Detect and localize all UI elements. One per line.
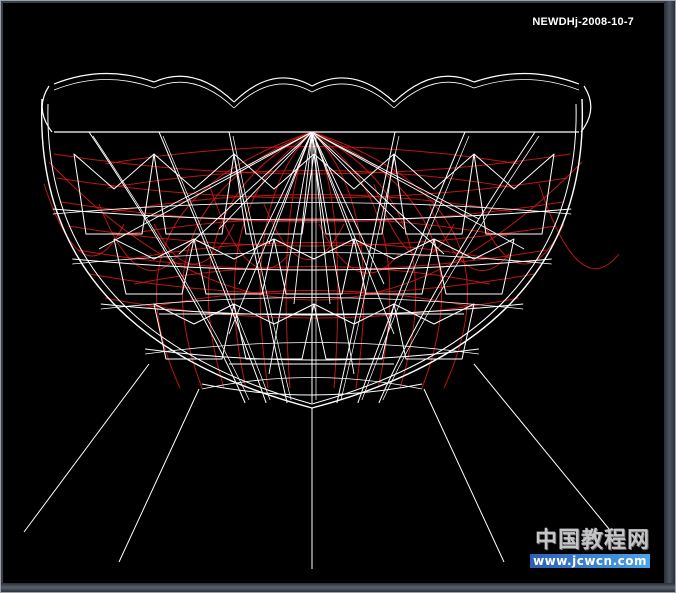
apex-spoke: [311, 131, 525, 250]
watermark-site-name: 中国教程网: [534, 528, 650, 553]
red-guide-curve: [153, 223, 235, 265]
crown-arc-inner: [53, 79, 155, 91]
bottom-frame-edge: [1, 583, 675, 592]
apex-spoke: [98, 131, 313, 250]
lower-facet: [313, 303, 395, 360]
middle-facet: [353, 238, 435, 295]
watermark-site-url: www.jcwcn.com: [530, 554, 650, 568]
viewport-frame: NEWDHj-2008-10-7 中国教程网 www.jcwcn.com: [0, 0, 676, 593]
lower-facet: [233, 303, 315, 360]
apex-spoke: [178, 131, 313, 255]
crown-arc: [473, 72, 580, 85]
crown-arc-inner: [393, 81, 475, 109]
crown-arc-inner: [473, 79, 580, 91]
crown-left-edge: [41, 85, 53, 133]
stand-leg: [118, 388, 200, 563]
crown-arc-inner: [153, 81, 235, 109]
crown-arc: [53, 72, 155, 85]
stand-leg: [23, 363, 150, 533]
crown-arc-inner: [233, 83, 313, 109]
wireframe-canvas[interactable]: NEWDHj-2008-10-7 中国教程网 www.jcwcn.com: [4, 4, 664, 582]
stand-leg: [473, 363, 610, 530]
right-frame-edge: [664, 1, 675, 592]
watermark: 中国教程网 www.jcwcn.com: [530, 522, 650, 568]
wireframe-bowl: [23, 72, 620, 569]
red-guide-curves: [43, 131, 620, 389]
stand-leg: [423, 388, 505, 563]
crown-arc-inner: [311, 83, 395, 109]
date-stamp: NEWDHj-2008-10-7: [532, 16, 634, 28]
apex-spoke: [311, 131, 385, 285]
apex-spoke: [218, 131, 313, 230]
